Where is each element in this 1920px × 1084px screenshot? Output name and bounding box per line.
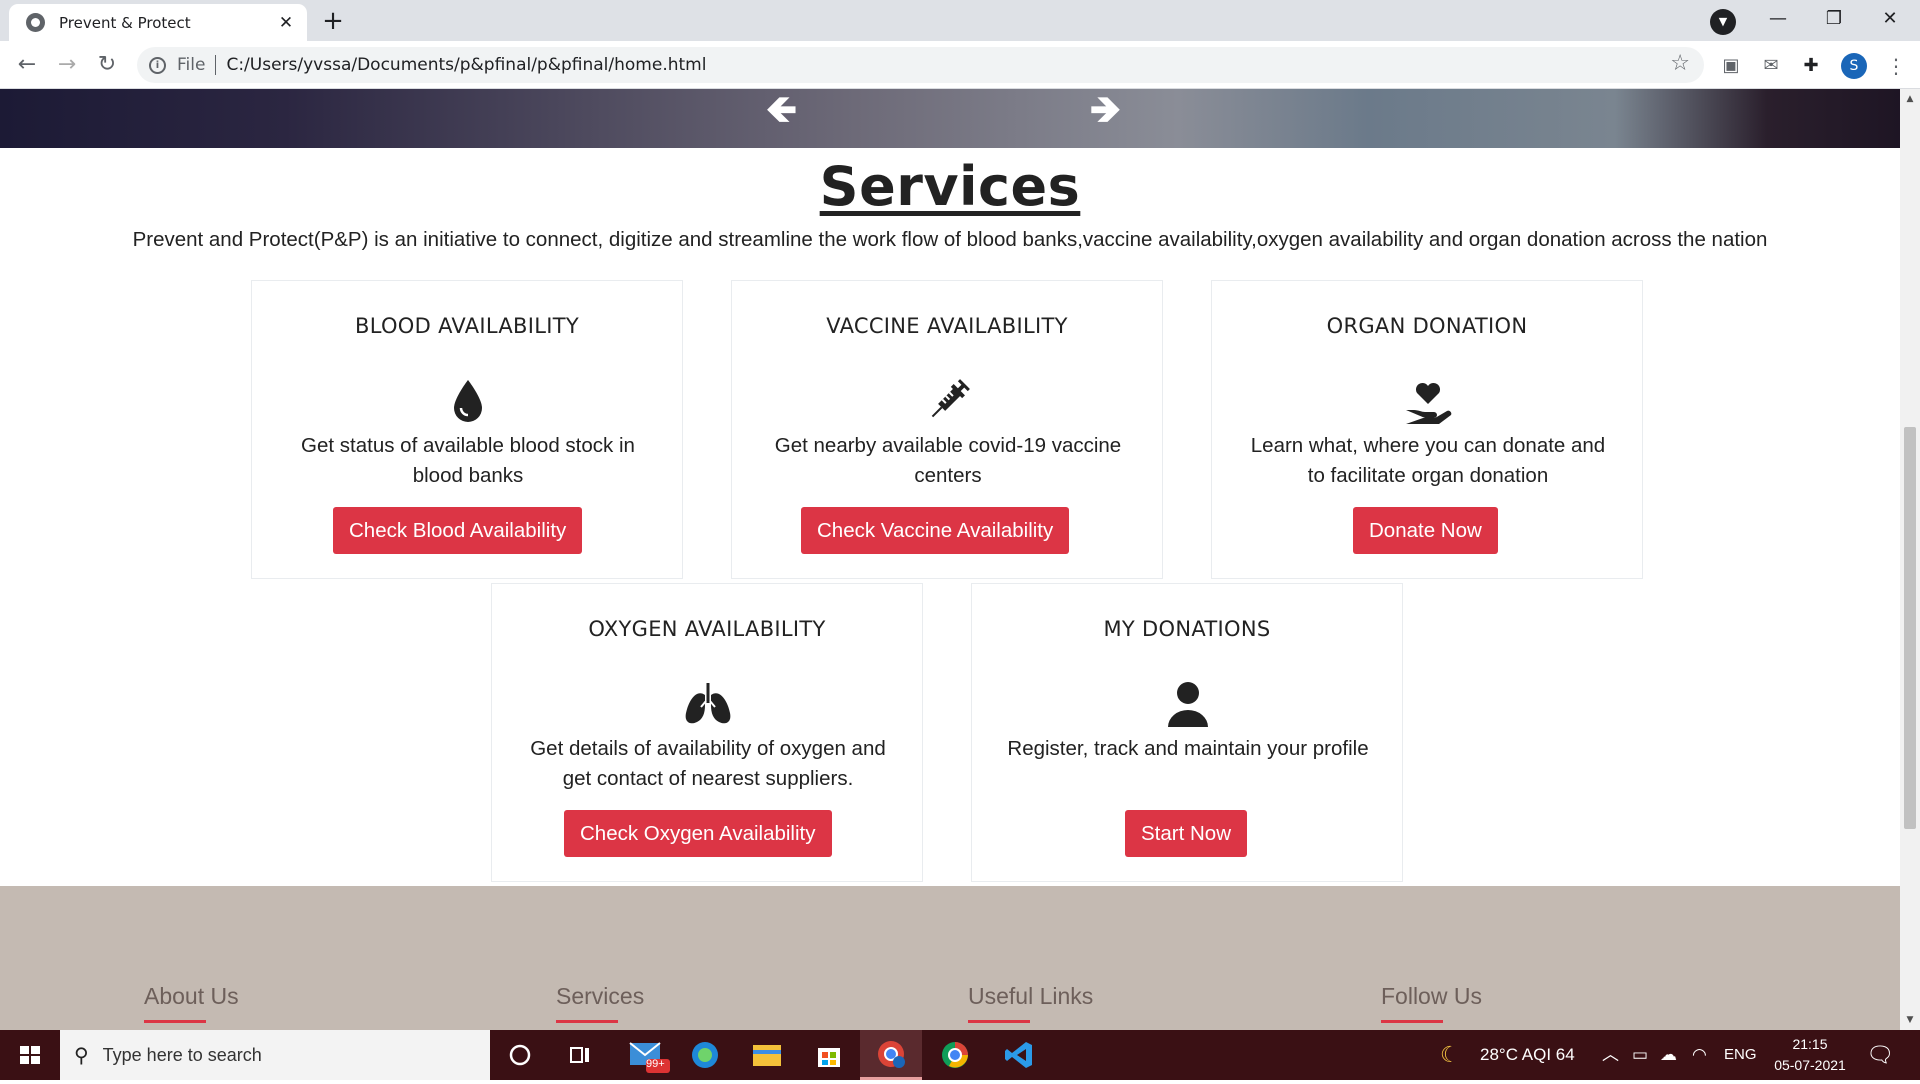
footer-heading-follow: Follow Us	[1381, 983, 1482, 1023]
taskbar-search-placeholder: Type here to search	[102, 1044, 262, 1065]
weather-text[interactable]: 28°C AQI 64	[1480, 1030, 1575, 1080]
scroll-up-icon[interactable]: ▲	[1900, 91, 1920, 107]
wifi-icon[interactable]: ◠	[1692, 1030, 1707, 1080]
store-icon[interactable]	[801, 1030, 857, 1080]
url-text[interactable]: C:/Users/yvssa/Documents/p&pfinal/p&pfin…	[226, 55, 706, 75]
address-bar[interactable]: i File C:/Users/yvssa/Documents/p&pfinal…	[137, 47, 1704, 83]
services-title: Services	[819, 155, 1081, 218]
carousel-prev-icon[interactable]: 🡸	[766, 89, 797, 146]
syringe-icon	[931, 379, 970, 418]
onedrive-icon[interactable]: ☁	[1660, 1030, 1677, 1080]
minimize-icon[interactable]: —	[1750, 0, 1806, 41]
card-text: Get details of availability of oxygen an…	[530, 737, 886, 790]
task-view-icon[interactable]	[552, 1030, 608, 1080]
tab-title: Prevent & Protect	[59, 13, 191, 32]
tab-strip: Prevent & Protect ✕ + ▼ — ❐ ✕	[0, 0, 1920, 41]
mail-icon[interactable]: ✉	[1760, 55, 1782, 77]
file-explorer-icon[interactable]	[739, 1030, 795, 1080]
start-button[interactable]	[0, 1030, 60, 1080]
close-tab-icon[interactable]: ✕	[277, 13, 295, 33]
windows-taskbar: ⚲ Type here to search 99+ ☾ 28°C AQI 64 …	[0, 1030, 1920, 1080]
back-icon[interactable]: ←	[11, 49, 43, 81]
page-footer: About Us Services Useful Links Follow Us	[0, 886, 1900, 1030]
footer-heading-useful-links: Useful Links	[968, 983, 1094, 1023]
meet-now-icon[interactable]: ▭	[1632, 1030, 1648, 1080]
service-card-vaccine: VACCINE AVAILABILITY Get nearby availabl…	[731, 280, 1163, 579]
page-viewport: 🡸 🡺 Services Prevent and Protect(P&P) is…	[0, 89, 1900, 1030]
footer-heading-services: Services	[556, 983, 645, 1023]
mail-app-icon[interactable]: 99+	[620, 1030, 676, 1080]
carousel-next-icon[interactable]: 🡺	[1090, 89, 1121, 146]
service-card-oxygen: OXYGEN AVAILABILITY Get details of avail…	[491, 583, 923, 882]
notification-center-icon[interactable]: 🗨	[1866, 1030, 1894, 1080]
check-oxygen-availability-button[interactable]: Check Oxygen Availability	[564, 810, 832, 857]
chrome-profile-icon[interactable]	[860, 1030, 922, 1080]
card-text: Learn what, where you can donate and to …	[1250, 434, 1606, 487]
search-icon: ⚲	[74, 1043, 89, 1067]
service-card-donations: MY DONATIONS Register, track and maintai…	[971, 583, 1403, 882]
start-now-button[interactable]: Start Now	[1125, 810, 1247, 857]
card-text: Get nearby available covid-19 vaccine ce…	[774, 434, 1122, 487]
hero-carousel: 🡸 🡺	[0, 89, 1900, 148]
blood-drop-icon	[454, 380, 482, 422]
hand-heart-icon	[1406, 382, 1452, 424]
new-tab-button[interactable]: +	[318, 7, 348, 37]
taskbar-clock[interactable]: 21:15 05-07-2021	[1760, 1034, 1860, 1076]
close-window-icon[interactable]: ✕	[1862, 0, 1918, 41]
scrollbar-thumb[interactable]	[1904, 427, 1916, 829]
browser-menu-icon[interactable]: ⋮	[1886, 51, 1906, 81]
bookmark-star-icon[interactable]: ☆	[1670, 51, 1690, 76]
edge-icon[interactable]	[677, 1030, 733, 1080]
check-blood-availability-button[interactable]: Check Blood Availability	[333, 507, 583, 554]
divider	[215, 55, 217, 75]
vscode-icon[interactable]	[988, 1030, 1050, 1080]
clock-date: 05-07-2021	[1774, 1057, 1846, 1073]
donate-now-button[interactable]: Donate Now	[1353, 507, 1498, 554]
taskbar-search[interactable]: ⚲ Type here to search	[60, 1030, 490, 1080]
tray-chevron-icon[interactable]: ︿	[1602, 1030, 1619, 1080]
windows-logo-icon	[20, 1046, 40, 1064]
clock-time: 21:15	[1792, 1036, 1828, 1052]
profile-avatar[interactable]: S	[1841, 53, 1867, 79]
scheme-label: File	[177, 55, 206, 75]
tab-search-icon[interactable]: ▼	[1710, 9, 1736, 35]
globe-icon	[26, 13, 45, 32]
page-scrollbar[interactable]: ▲ ▼	[1900, 89, 1920, 1030]
scroll-down-icon[interactable]: ▼	[1900, 1012, 1920, 1028]
user-icon	[1168, 682, 1208, 727]
reload-icon[interactable]: ↻	[91, 49, 123, 81]
check-vaccine-availability-button[interactable]: Check Vaccine Availability	[801, 507, 1070, 554]
extensions-icon[interactable]: ✚	[1800, 55, 1822, 77]
lungs-icon	[685, 683, 731, 724]
services-description: Prevent and Protect(P&P) is an initiativ…	[132, 228, 1768, 251]
browser-toolbar: ← → ↻ i File C:/Users/yvssa/Documents/p&…	[0, 41, 1920, 89]
card-title: BLOOD AVAILABILITY	[355, 314, 579, 338]
mail-badge: 99+	[646, 1058, 665, 1070]
card-text: Register, track and maintain your profil…	[1007, 737, 1369, 760]
weather-moon-icon[interactable]: ☾	[1440, 1030, 1460, 1080]
service-card-organ: ORGAN DONATION Learn what, where you can…	[1211, 280, 1643, 579]
pocket-icon[interactable]: ▣	[1720, 55, 1742, 77]
card-title: OXYGEN AVAILABILITY	[588, 617, 826, 641]
chrome-icon[interactable]	[924, 1030, 986, 1080]
browser-tab[interactable]: Prevent & Protect ✕	[9, 4, 307, 41]
service-card-blood: BLOOD AVAILABILITY Get status of availab…	[251, 280, 683, 579]
cortana-icon[interactable]	[492, 1030, 548, 1080]
site-info-icon[interactable]: i	[149, 56, 166, 74]
card-title: ORGAN DONATION	[1326, 314, 1528, 338]
card-title: MY DONATIONS	[1103, 617, 1271, 641]
card-title: VACCINE AVAILABILITY	[826, 314, 1068, 338]
restore-icon[interactable]: ❐	[1806, 0, 1862, 41]
language-indicator[interactable]: ENG	[1724, 1030, 1757, 1080]
card-text: Get status of available blood stock in b…	[301, 434, 635, 487]
forward-icon[interactable]: →	[51, 49, 83, 81]
footer-heading-about: About Us	[144, 983, 239, 1023]
